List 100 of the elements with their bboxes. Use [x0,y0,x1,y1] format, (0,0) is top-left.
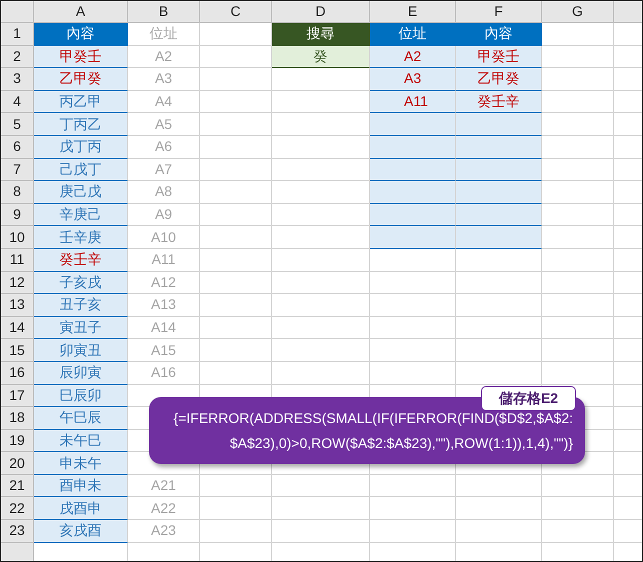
table-cell: A3 [370,68,456,91]
row-number: 5 [1,113,34,136]
table-cell: 未午巳 [34,430,128,452]
table-cell: 癸壬辛 [34,248,128,272]
table-cell: A14 [128,316,200,340]
empty-cell [542,294,614,317]
table-cell: 戌酉申 [34,497,128,520]
cell-tag: 儲存格E2 [481,386,576,411]
table-cell: A6 [128,136,200,159]
table-cell: 乙甲癸 [34,68,128,91]
empty-cell [200,68,272,91]
empty-cell [200,136,272,159]
table-cell: A8 [128,181,200,204]
table-cell: 甲癸壬 [34,46,128,68]
table-cell: 酉申未 [34,474,128,498]
table-cell: A5 [128,113,200,136]
table-cell: A12 [128,272,200,294]
row-number: 6 [1,136,34,159]
table-cell: 己戊丁 [34,158,128,182]
header-cell: 內容 [456,23,542,46]
column-header: D [272,1,370,23]
empty-cell [200,520,272,543]
empty-cell [200,90,272,114]
table-cell: A11 [370,90,456,114]
row-number: 14 [1,316,34,340]
table-cell: 卯寅丑 [34,339,128,362]
row-number: 19 [1,430,34,452]
table-cell: A7 [128,158,200,182]
row-number: 8 [1,181,34,204]
formula-text: {=IFERROR(ADDRESS(SMALL(IF(IFERROR(FIND($D$2,$A$2: [174,408,573,428]
column-header: F [456,1,542,23]
table-cell: A16 [128,362,200,384]
table-cell: 亥戌酉 [34,520,128,543]
row-number: 22 [1,497,34,520]
empty-cell [542,520,614,543]
table-cell: A15 [128,339,200,362]
row-number: 11 [1,248,34,272]
search-value-cell: 癸 [272,46,370,68]
table-cell: 乙甲癸 [456,68,542,91]
table-cell: A11 [128,248,200,272]
table-cell: A2 [370,46,456,68]
empty-cell [200,497,272,520]
row-number: 2 [1,46,34,68]
table-cell: 癸壬辛 [456,90,542,114]
row-number: 23 [1,520,34,543]
table-cell: 子亥戌 [34,272,128,294]
empty-cell [200,181,272,204]
empty-cell [200,294,272,317]
table-cell: 丑子亥 [34,294,128,317]
table-cell: 寅丑子 [34,316,128,340]
table-cell: 壬辛庚 [34,226,128,249]
empty-cell [542,497,614,520]
column-header: G [542,1,614,23]
table-cell: A22 [128,497,200,520]
column-header: E [370,1,456,23]
table-cell: 甲癸壬 [456,46,542,68]
empty-cell [200,316,272,340]
corner-cell [1,1,34,23]
table-cell: A23 [128,520,200,543]
table-cell: 巳辰卯 [34,384,128,408]
column-header [614,1,642,23]
row-number: 18 [1,407,34,430]
header-cell: 內容 [34,23,128,46]
empty-cell [542,474,614,498]
empty-cell [542,362,614,384]
table-cell: 庚己戊 [34,181,128,204]
row-number: 21 [1,474,34,498]
empty-cell [200,226,272,249]
row-number: 4 [1,90,34,114]
row-number: 15 [1,339,34,362]
empty-cell [200,113,272,136]
table-cell: A10 [128,226,200,249]
row-number: 9 [1,204,34,226]
table-cell: A9 [128,204,200,226]
row-number: 20 [1,452,34,475]
table-cell: 戊丁丙 [34,136,128,159]
empty-cell [200,272,272,294]
row-number: 3 [1,68,34,91]
row-number: 13 [1,294,34,317]
empty-cell [200,204,272,226]
table-cell: A4 [128,90,200,114]
table-cell: A21 [128,474,200,498]
table-cell: A2 [128,46,200,68]
empty-cell [200,158,272,182]
formula-text: $A$23),0)>0,ROW($A$2:$A$23),""),ROW(1:1)),1,4),"")} [230,434,573,453]
empty-cell [200,474,272,498]
row-header [1,542,34,561]
row-number: 7 [1,158,34,182]
header-cell: 搜尋 [272,23,370,46]
table-cell: 丁丙乙 [34,113,128,136]
column-header: C [200,1,272,23]
row-number: 12 [1,272,34,294]
header-cell: 位址 [370,23,456,46]
table-cell: A13 [128,294,200,317]
empty-cell [542,339,614,362]
table-cell: 午巳辰 [34,407,128,430]
empty-cell [200,248,272,272]
row-number: 17 [1,384,34,408]
empty-cell [542,272,614,294]
empty-cell [542,316,614,340]
